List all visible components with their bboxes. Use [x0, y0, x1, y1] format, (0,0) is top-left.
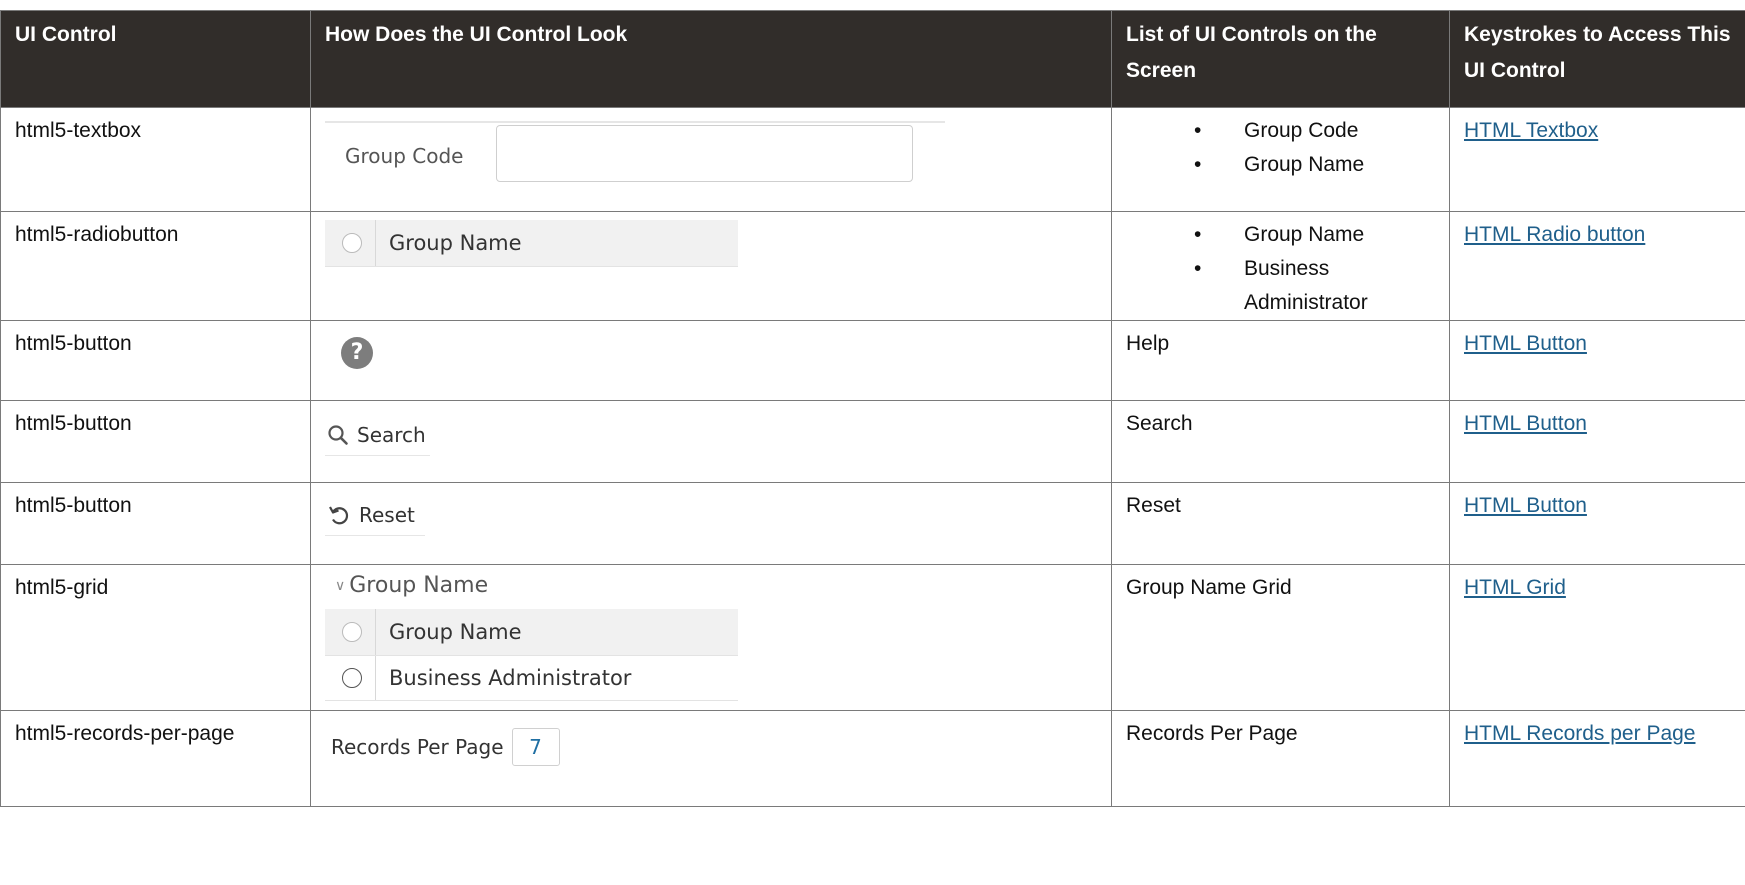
records-per-page-label: Records Per Page: [331, 735, 504, 759]
keystroke-cell: HTML Records per Page: [1449, 710, 1745, 807]
keystroke-link[interactable]: HTML Button: [1464, 332, 1587, 355]
select-all-radio[interactable]: [342, 622, 362, 642]
table-row: html5-button Search Search HTML Button: [0, 400, 1745, 483]
controls-list: Group Code Group Name: [1111, 107, 1450, 212]
table-row: html5-textbox Group Code Group Code Grou…: [0, 107, 1745, 212]
table-row: html5-button Reset Reset HTML Button: [0, 482, 1745, 565]
control-name: html5-grid: [0, 564, 311, 711]
ui-controls-table: UI Control How Does the UI Control Look …: [0, 10, 1745, 807]
keystroke-link[interactable]: HTML Grid: [1464, 576, 1566, 599]
controls-list-text: Reset: [1111, 482, 1450, 565]
header-keystrokes: Keystrokes to Access This UI Control: [1449, 10, 1745, 108]
table-header-row: UI Control How Does the UI Control Look …: [0, 10, 1745, 108]
control-sample: ∨ Group Name Group Name Business Adminis…: [310, 564, 1112, 711]
list-item: Group Name: [1126, 218, 1435, 252]
control-name: html5-radiobutton: [0, 211, 311, 321]
keystroke-cell: HTML Grid: [1449, 564, 1745, 711]
control-sample: Records Per Page 7: [310, 710, 1112, 807]
keystroke-link[interactable]: HTML Button: [1464, 412, 1587, 435]
reset-button[interactable]: Reset: [325, 495, 425, 536]
header-control-look: How Does the UI Control Look: [310, 10, 1112, 108]
table-row: html5-grid ∨ Group Name Group Name Busin…: [0, 564, 1745, 711]
keystroke-link[interactable]: HTML Button: [1464, 494, 1587, 517]
header-ui-control: UI Control: [0, 10, 311, 108]
control-name: html5-button: [0, 482, 311, 565]
keystroke-cell: HTML Button: [1449, 482, 1745, 565]
grid-header-row: Group Name: [325, 609, 738, 656]
grid-column-header: Group Name: [389, 620, 522, 644]
control-name: html5-textbox: [0, 107, 311, 212]
controls-list-text: Search: [1111, 400, 1450, 483]
list-item: Group Name: [1126, 148, 1435, 182]
search-button[interactable]: Search: [325, 415, 430, 456]
table-row: html5-button ? Help HTML Button: [0, 320, 1745, 401]
grid-title-text: Group Name: [349, 573, 489, 598]
list-item: Business Administrator: [1126, 252, 1435, 320]
controls-list-text: Records Per Page: [1111, 710, 1450, 807]
radio-sample: Group Name: [325, 220, 738, 267]
textbox-sample: Group Code: [325, 121, 945, 211]
list-item: Group Code: [1126, 114, 1435, 148]
keystroke-cell: HTML Button: [1449, 320, 1745, 401]
grid-title[interactable]: ∨ Group Name: [325, 569, 1097, 603]
control-sample: Reset: [310, 482, 1112, 565]
reset-icon: [329, 506, 349, 525]
controls-list: Group Name Business Administrator: [1111, 211, 1450, 321]
row-radio[interactable]: [342, 668, 362, 688]
grid-data-row[interactable]: Business Administrator: [325, 656, 738, 701]
control-name: html5-button: [0, 320, 311, 401]
control-sample: ?: [310, 320, 1112, 401]
control-sample: Group Name: [310, 211, 1112, 321]
records-per-page-input[interactable]: 7: [511, 728, 560, 766]
keystroke-link[interactable]: HTML Textbox: [1464, 119, 1598, 142]
records-per-page: Records Per Page 7: [325, 723, 1097, 771]
keystroke-link[interactable]: HTML Records per Page: [1464, 722, 1695, 745]
help-icon[interactable]: ?: [341, 337, 373, 369]
reset-button-label: Reset: [359, 503, 415, 527]
controls-list-text: Help: [1111, 320, 1450, 401]
keystroke-link[interactable]: HTML Radio button: [1464, 223, 1645, 246]
textbox-label: Group Code: [345, 144, 464, 168]
table-row: html5-records-per-page Records Per Page …: [0, 710, 1745, 807]
control-name: html5-records-per-page: [0, 710, 311, 807]
keystroke-cell: HTML Textbox: [1449, 107, 1745, 212]
search-icon: [328, 425, 348, 445]
header-controls-list: List of UI Controls on the Screen: [1111, 10, 1450, 108]
table-row: html5-radiobutton Group Name Group Name …: [0, 211, 1745, 321]
controls-list-text: Group Name Grid: [1111, 564, 1450, 711]
control-sample: Search: [310, 400, 1112, 483]
radio-label: Group Name: [389, 231, 522, 255]
grid-cell: Business Administrator: [389, 666, 632, 690]
chevron-down-icon: ∨: [335, 578, 346, 594]
group-code-input[interactable]: [496, 125, 913, 182]
control-sample: Group Code: [310, 107, 1112, 212]
control-name: html5-button: [0, 400, 311, 483]
search-button-label: Search: [357, 423, 426, 447]
radio-button[interactable]: [342, 233, 362, 253]
keystroke-cell: HTML Radio button: [1449, 211, 1745, 321]
keystroke-cell: HTML Button: [1449, 400, 1745, 483]
